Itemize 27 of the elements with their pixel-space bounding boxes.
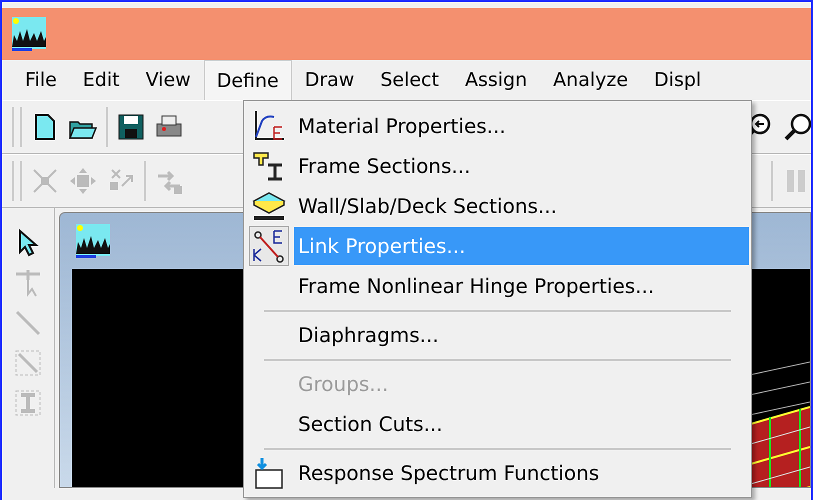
save-icon[interactable]	[116, 112, 146, 142]
menu-item[interactable]: Diaphragms...	[294, 316, 749, 354]
document-icon	[76, 224, 110, 258]
menu-item[interactable]: Wall/Slab/Deck Sections...	[294, 187, 749, 225]
move-icon[interactable]	[68, 166, 98, 196]
menu-item[interactable]: Edit	[70, 60, 133, 100]
toolbar-grip[interactable]	[12, 161, 22, 201]
toolbar-grip[interactable]	[12, 107, 22, 147]
menu-item[interactable]: Section Cuts...	[294, 405, 749, 443]
menu-item[interactable]: Material Properties...	[294, 107, 749, 145]
line-icon[interactable]	[13, 308, 43, 338]
menu-item[interactable]: Frame Sections...	[294, 147, 749, 185]
i-beam-icon[interactable]	[13, 388, 43, 418]
menu-item[interactable]: Response Spectrum Functions	[294, 454, 749, 492]
menu-item[interactable]: Analyze	[540, 60, 642, 100]
menu-item[interactable]: Assign	[452, 60, 540, 100]
menu-item[interactable]: Define	[204, 60, 292, 100]
menu-item[interactable]: Frame Nonlinear Hinge Properties...	[294, 267, 749, 305]
link-icon	[249, 226, 289, 266]
app-icon	[12, 17, 46, 51]
reshape-icon[interactable]	[13, 268, 43, 298]
menu-item[interactable]: Displ	[641, 60, 714, 100]
menu-item[interactable]: Draw	[292, 60, 368, 100]
menu-item[interactable]: Select	[367, 60, 452, 100]
menu-item[interactable]: View	[132, 60, 204, 100]
menu-item[interactable]: File	[12, 60, 70, 100]
stress-strain-icon	[252, 109, 286, 143]
